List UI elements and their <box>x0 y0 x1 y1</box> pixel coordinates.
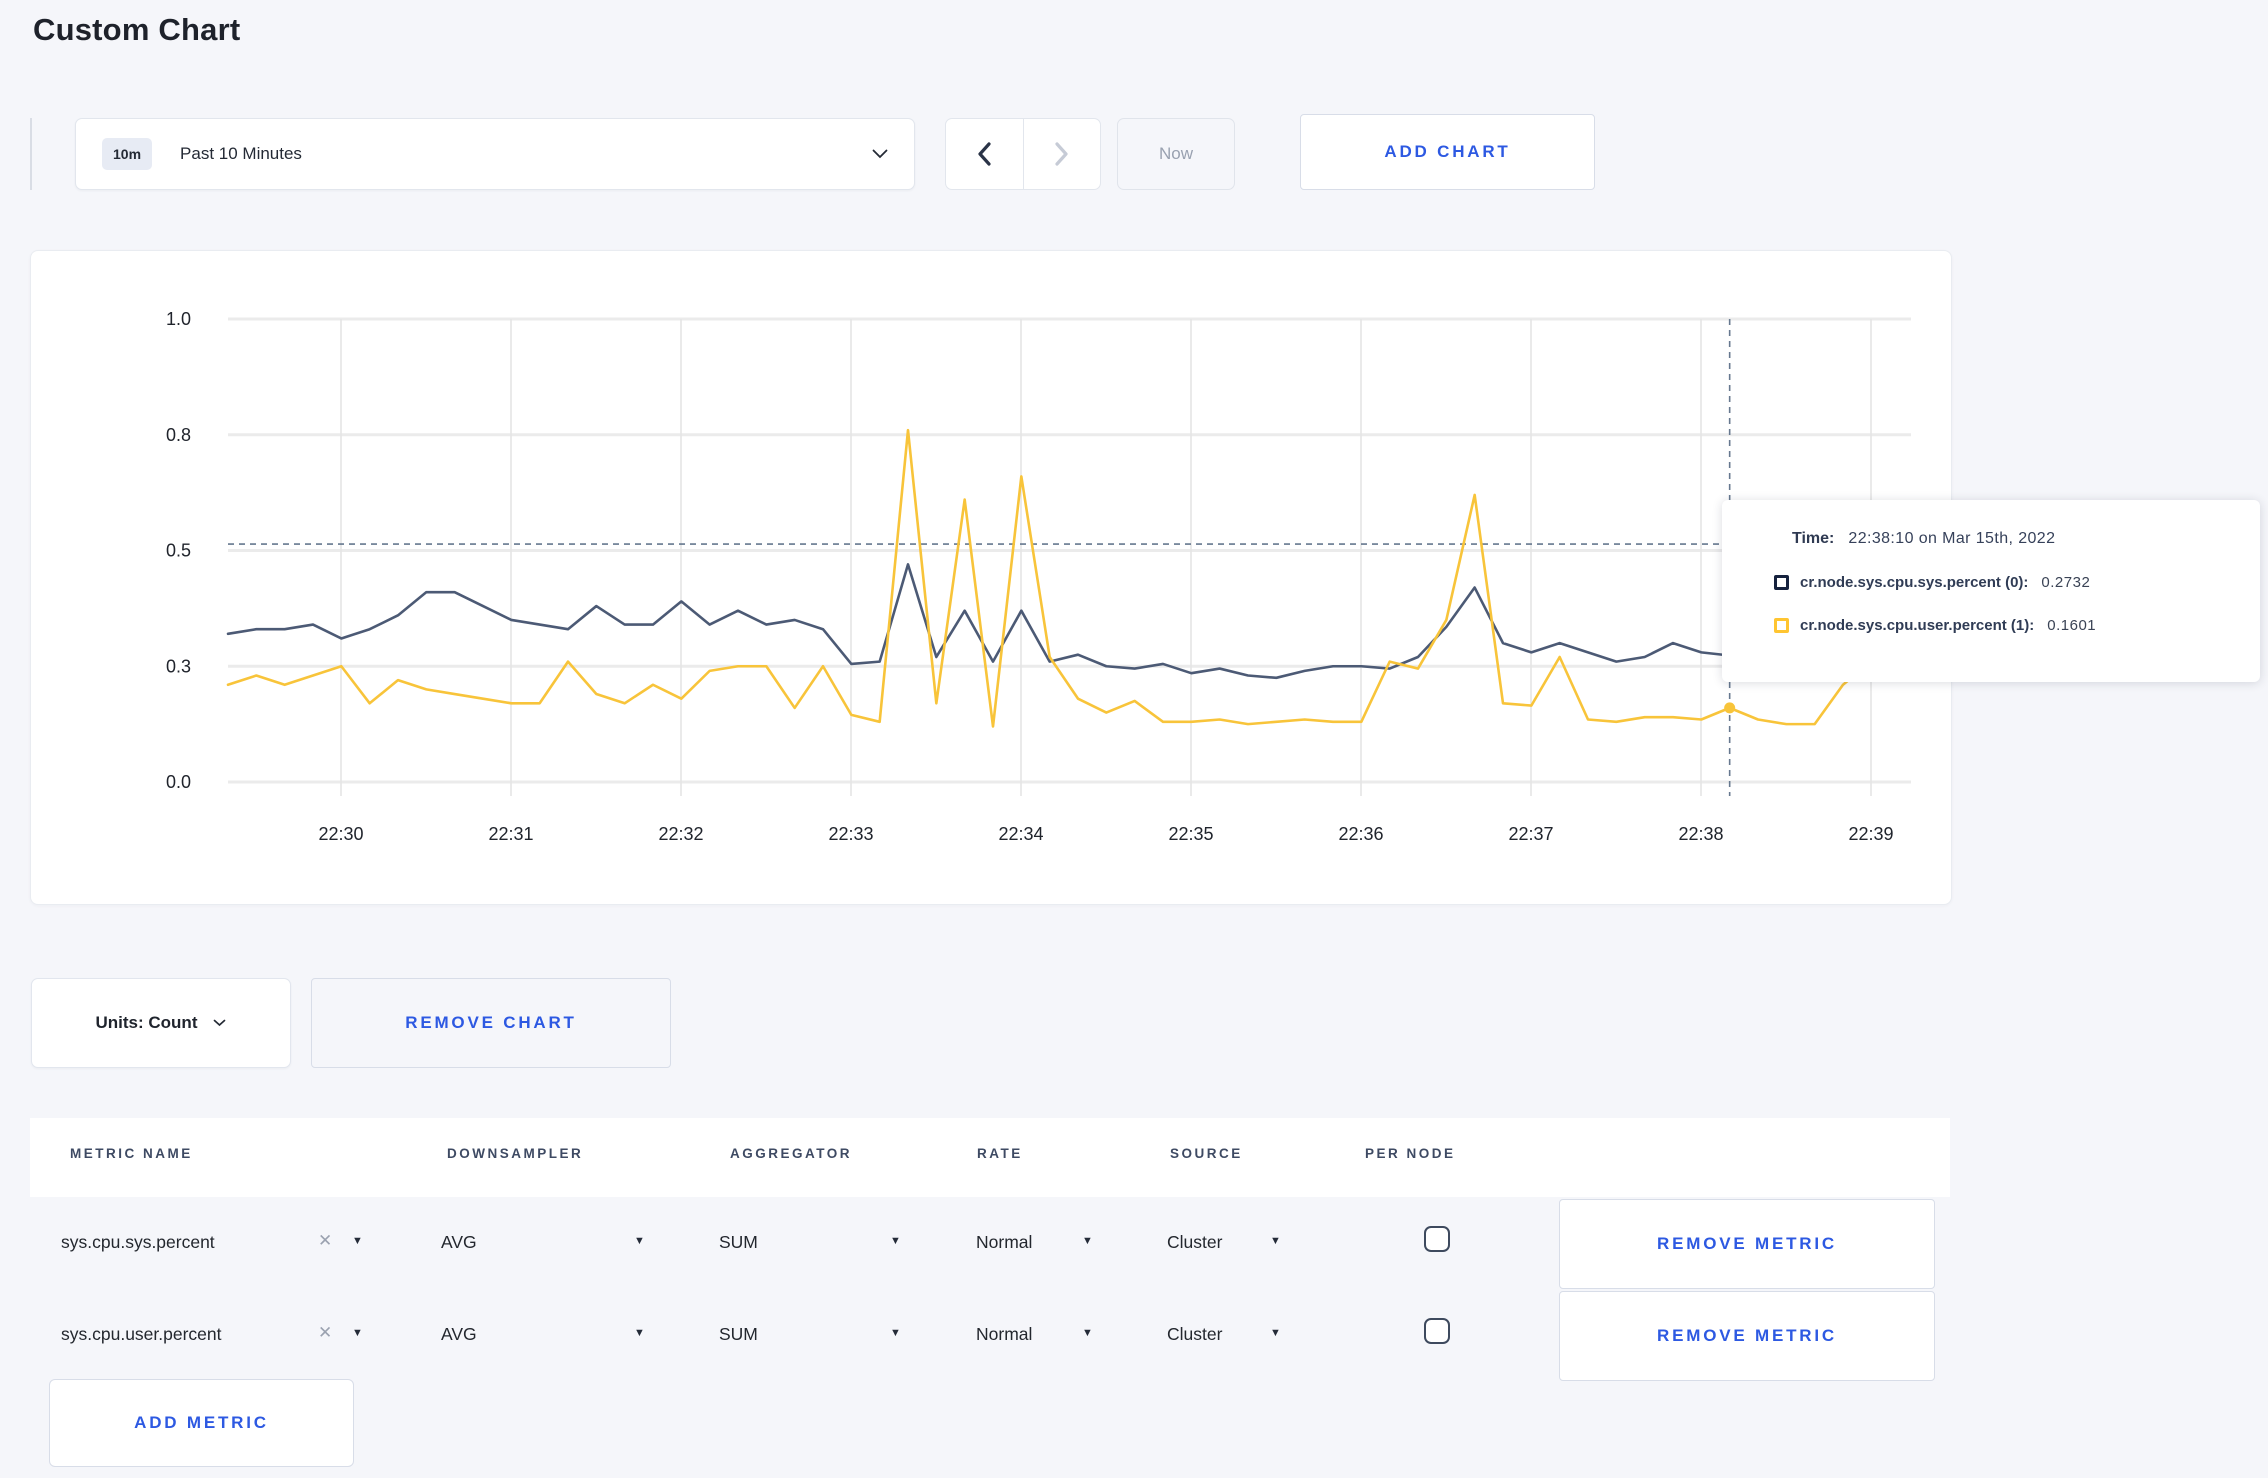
clear-metric-icon[interactable]: ✕ <box>318 1231 332 1251</box>
tooltip-sys-metric: cr.node.sys.cpu.sys.percent (0): <box>1800 574 2029 591</box>
now-button[interactable]: Now <box>1117 118 1235 190</box>
add-metric-button[interactable]: ADD METRIC <box>49 1379 354 1467</box>
hover-point-1 <box>1724 702 1736 714</box>
y-axis-tick-label: 0.5 <box>166 541 191 561</box>
prev-time-button[interactable] <box>946 119 1024 189</box>
caret-down-icon[interactable]: ▼ <box>1270 1327 1281 1339</box>
chevron-down-icon <box>872 149 888 159</box>
next-time-button[interactable] <box>1024 119 1101 189</box>
x-axis-tick-label: 22:34 <box>998 824 1043 844</box>
tooltip-time-value: 22:38:10 on Mar 15th, 2022 <box>1848 530 2056 547</box>
page-title: Custom Chart <box>33 12 241 47</box>
column-header-per-node: PER NODE <box>1365 1146 1456 1161</box>
series-line-1 <box>226 428 1901 728</box>
tooltip-user-value: 0.1601 <box>2047 617 2097 634</box>
column-header-rate: RATE <box>977 1146 1023 1161</box>
caret-down-icon[interactable]: ▼ <box>634 1327 645 1339</box>
clear-metric-icon[interactable]: ✕ <box>318 1323 332 1343</box>
units-label: Units: Count <box>95 1013 198 1032</box>
x-axis-tick-label: 22:33 <box>828 824 873 844</box>
per-node-checkbox[interactable] <box>1424 1318 1450 1344</box>
x-axis-tick-label: 22:38 <box>1678 824 1723 844</box>
y-axis-tick-label: 0.3 <box>166 656 191 676</box>
caret-down-icon[interactable]: ▼ <box>1082 1235 1093 1247</box>
rate-select[interactable]: Normal <box>976 1232 1032 1253</box>
rate-select[interactable]: Normal <box>976 1324 1032 1345</box>
metric-name-select[interactable]: sys.cpu.user.percent <box>61 1324 222 1345</box>
remove-chart-button[interactable]: REMOVE CHART <box>311 978 671 1068</box>
remove-metric-button[interactable]: REMOVE METRIC <box>1559 1291 1935 1381</box>
caret-down-icon[interactable]: ▼ <box>1082 1327 1093 1339</box>
time-nav-arrows <box>945 118 1101 190</box>
aggregator-select[interactable]: SUM <box>719 1232 758 1253</box>
source-select[interactable]: Cluster <box>1167 1232 1222 1253</box>
x-axis-tick-label: 22:37 <box>1508 824 1553 844</box>
column-header-source: SOURCE <box>1170 1146 1243 1161</box>
toolbar-divider <box>30 118 32 190</box>
aggregator-select[interactable]: SUM <box>719 1324 758 1345</box>
time-window-label: Past 10 Minutes <box>180 144 302 163</box>
x-axis-tick-label: 22:32 <box>658 824 703 844</box>
x-axis-tick-label: 22:31 <box>488 824 533 844</box>
y-axis-tick-label: 1.0 <box>166 309 191 329</box>
units-dropdown[interactable]: Units: Count <box>31 978 291 1068</box>
metric-name-select[interactable]: sys.cpu.sys.percent <box>61 1232 215 1253</box>
caret-down-icon[interactable]: ▼ <box>634 1235 645 1247</box>
tooltip-sys-value: 0.2732 <box>2041 574 2091 591</box>
downsampler-select[interactable]: AVG <box>441 1324 477 1345</box>
y-axis-tick-label: 0.8 <box>166 425 191 445</box>
metric-table-row: sys.cpu.user.percent ✕ ▼ AVG ▼ SUM ▼ Nor… <box>0 1291 2268 1383</box>
metrics-table-header: METRIC NAME DOWNSAMPLER AGGREGATOR RATE … <box>30 1118 1950 1197</box>
x-axis-tick-label: 22:36 <box>1338 824 1383 844</box>
source-select[interactable]: Cluster <box>1167 1324 1222 1345</box>
chevron-right-icon <box>1055 142 1068 166</box>
series-line-0 <box>226 563 1901 680</box>
time-window-badge: 10m <box>102 138 153 170</box>
caret-down-icon[interactable]: ▼ <box>890 1235 901 1247</box>
x-axis-tick-label: 22:39 <box>1848 824 1893 844</box>
chevron-down-icon <box>214 1019 226 1027</box>
caret-down-icon[interactable]: ▼ <box>1270 1235 1281 1247</box>
chart-tooltip: Time: 22:38:10 on Mar 15th, 2022 cr.node.… <box>1722 500 2260 682</box>
caret-down-icon[interactable]: ▼ <box>890 1327 901 1339</box>
metric-table-row: sys.cpu.sys.percent ✕ ▼ AVG ▼ SUM ▼ Norm… <box>0 1199 2268 1291</box>
tooltip-user-metric: cr.node.sys.cpu.user.percent (1): <box>1800 617 2035 634</box>
time-window-dropdown[interactable]: 10m Past 10 Minutes <box>75 118 915 190</box>
column-header-metric-name: METRIC NAME <box>70 1146 193 1161</box>
x-axis-tick-label: 22:35 <box>1168 824 1213 844</box>
remove-metric-button[interactable]: REMOVE METRIC <box>1559 1199 1935 1289</box>
downsampler-select[interactable]: AVG <box>441 1232 477 1253</box>
user-series-swatch-icon <box>1774 618 1789 633</box>
per-node-checkbox[interactable] <box>1424 1226 1450 1252</box>
caret-down-icon[interactable]: ▼ <box>352 1327 363 1339</box>
add-chart-button[interactable]: ADD CHART <box>1300 114 1595 190</box>
y-axis-tick-label: 0.0 <box>166 772 191 792</box>
tooltip-time-label: Time: <box>1792 530 1835 547</box>
chart-card[interactable]: 0.0 0.3 0.5 0.8 1.0 22:30 22:31 22:32 22:33 22:34… <box>30 250 1952 905</box>
tooltip-series-row: cr.node.sys.cpu.sys.percent (0): 0.2732 <box>1774 574 2240 591</box>
column-header-aggregator: AGGREGATOR <box>730 1146 853 1161</box>
chevron-left-icon <box>978 142 991 166</box>
column-header-downsampler: DOWNSAMPLER <box>447 1146 584 1161</box>
chart-svg[interactable]: 0.0 0.3 0.5 0.8 1.0 22:30 22:31 22:32 22:33 22:34… <box>31 251 1951 904</box>
sys-series-swatch-icon <box>1774 575 1789 590</box>
tooltip-time-row: Time: 22:38:10 on Mar 15th, 2022 <box>1792 530 2240 548</box>
x-axis-tick-label: 22:30 <box>318 824 363 844</box>
caret-down-icon[interactable]: ▼ <box>352 1235 363 1247</box>
tooltip-series-row: cr.node.sys.cpu.user.percent (1): 0.1601 <box>1774 617 2240 634</box>
